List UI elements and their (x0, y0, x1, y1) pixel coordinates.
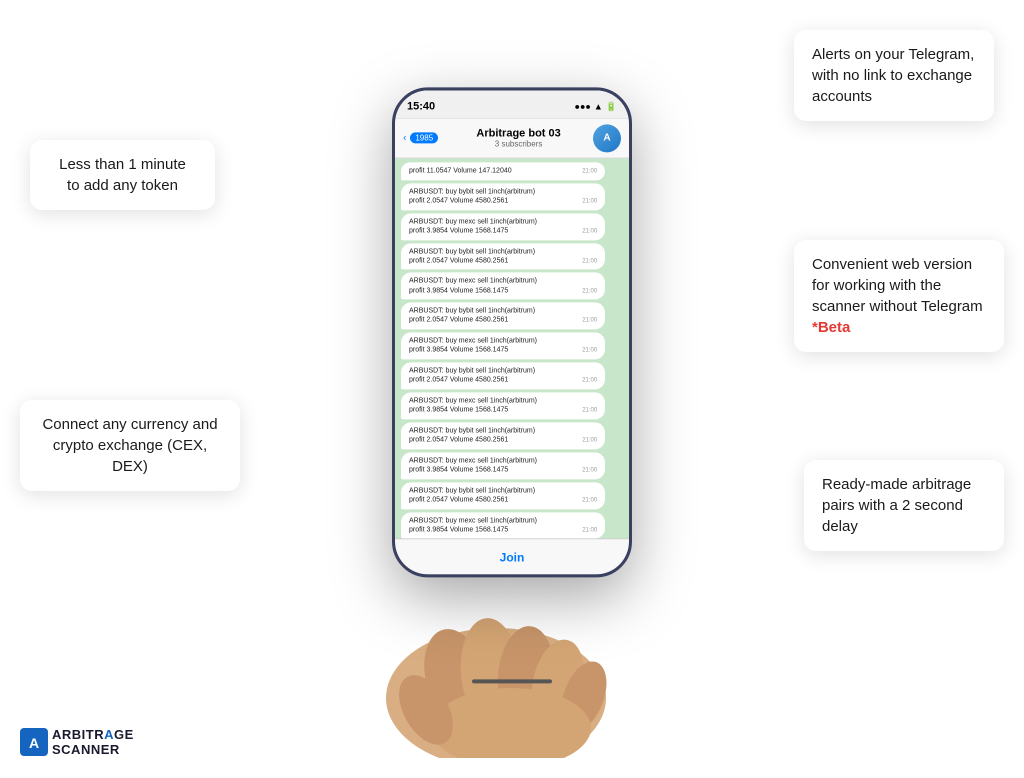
callout-bot-left: Connect any currency and crypto exchange… (20, 400, 240, 491)
chat-subtitle: 3 subscribers (444, 139, 593, 148)
status-bar: 15:40 ●●● ▲ 🔋 (395, 90, 629, 118)
message-time: 21:00 (582, 497, 597, 505)
message-time: 21:00 (582, 168, 597, 176)
chat-area: profit 11.0547 Volume 147.1204021:00 ARBU… (395, 158, 629, 538)
phone-bottom-bar: Join (395, 538, 629, 574)
callout-top-left: Less than 1 minute to add any token (30, 140, 215, 210)
callout-top-left-line1: Less than 1 minute (48, 154, 197, 175)
join-button[interactable]: Join (500, 550, 525, 564)
status-icons: ●●● ▲ 🔋 (575, 101, 617, 112)
chat-message: profit 11.0547 Volume 147.1204021:00 (401, 162, 605, 180)
logo: A ARBITRAGE SCANNER (20, 727, 134, 758)
chat-message: ARBUSDT: buy bybit sell 1inch(arbitrum) … (401, 243, 605, 270)
callout-top-right-text: Alerts on your Telegram, with no link to… (812, 46, 974, 105)
logo-icon: A (20, 728, 48, 756)
chat-message: ARBUSDT: buy mexc sell 1inch(arbitrum) p… (401, 512, 605, 538)
chat-title: Arbitrage bot 03 (444, 127, 593, 139)
message-time: 21:00 (582, 228, 597, 236)
chat-message: ARBUSDT: buy bybit sell 1inch(arbitrum) … (401, 183, 605, 210)
chat-message: ARBUSDT: buy bybit sell 1inch(arbitrum) … (401, 363, 605, 390)
message-time: 21:00 (582, 348, 597, 356)
chat-title-area: Arbitrage bot 03 3 subscribers (444, 127, 593, 148)
chat-message: ARBUSDT: buy bybit sell 1inch(arbitrum) … (401, 482, 605, 509)
callout-bot-right: Ready-made arbitrage pairs with a 2 seco… (804, 460, 1004, 551)
back-button[interactable]: ‹ (403, 132, 406, 143)
message-time: 21:00 (582, 198, 597, 206)
message-time: 21:00 (582, 437, 597, 445)
message-time: 21:00 (582, 408, 597, 416)
message-time: 21:00 (582, 378, 597, 386)
chat-message: ARBUSDT: buy mexc sell 1inch(arbitrum) p… (401, 273, 605, 300)
chat-message: ARBUSDT: buy mexc sell 1inch(arbitrum) p… (401, 452, 605, 479)
message-time: 21:00 (582, 288, 597, 296)
svg-text:A: A (29, 735, 39, 751)
home-indicator (472, 679, 552, 683)
chat-message: ARBUSDT: buy bybit sell 1inch(arbitrum) … (401, 422, 605, 449)
chat-message: ARBUSDT: buy mexc sell 1inch(arbitrum) p… (401, 333, 605, 360)
callout-beta-text: *Beta (812, 317, 986, 338)
telegram-avatar: A (593, 124, 621, 152)
callout-bot-right-text: Ready-made arbitrage pairs with a 2 seco… (822, 476, 971, 535)
telegram-header: ‹ 1985 Arbitrage bot 03 3 subscribers A (395, 118, 629, 158)
scene: Alerts on your Telegram, with no link to… (0, 0, 1024, 778)
phone-wrapper: 15:40 ●●● ▲ 🔋 ‹ 1985 Arbitrage bot 03 3 … (382, 87, 642, 667)
back-count: 1985 (410, 132, 438, 143)
chat-message: ARBUSDT: buy mexc sell 1inch(arbitrum) p… (401, 392, 605, 419)
logo-text: ARBITRAGE SCANNER (52, 727, 134, 758)
message-time: 21:00 (582, 318, 597, 326)
callout-bot-left-text: Connect any currency and crypto exchange… (42, 416, 217, 475)
callout-mid-right-text: Convenient web version for working with … (812, 254, 986, 317)
chat-message: ARBUSDT: buy bybit sell 1inch(arbitrum) … (401, 303, 605, 330)
message-time: 21:00 (582, 258, 597, 266)
message-time: 21:00 (582, 467, 597, 475)
phone-frame: 15:40 ●●● ▲ 🔋 ‹ 1985 Arbitrage bot 03 3 … (392, 87, 632, 577)
chat-message: ARBUSDT: buy mexc sell 1inch(arbitrum) p… (401, 213, 605, 240)
status-time: 15:40 (407, 100, 435, 112)
callout-mid-right: Convenient web version for working with … (794, 240, 1004, 352)
callout-top-right: Alerts on your Telegram, with no link to… (794, 30, 994, 121)
message-time: 21:00 (582, 527, 597, 535)
callout-top-left-line2: to add any token (48, 175, 197, 196)
